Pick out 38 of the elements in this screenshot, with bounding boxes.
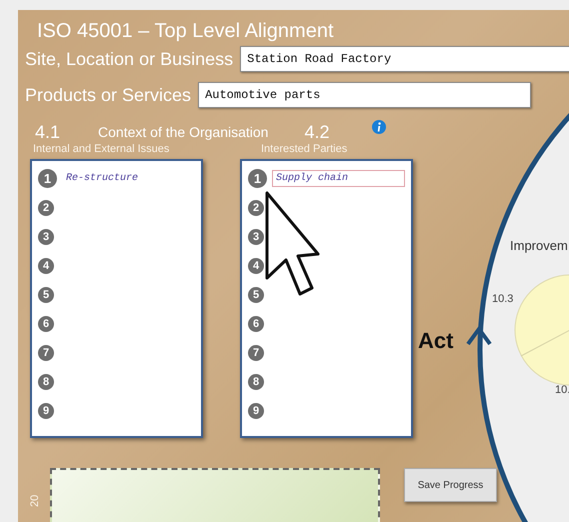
number-badge: 7 [248, 344, 264, 360]
number-badge: 4 [248, 258, 264, 274]
number-badge: 7 [38, 344, 54, 360]
section-number: 4.1 [35, 122, 60, 143]
pie-label: 10.3 [492, 293, 514, 305]
section-heading: Context of the Organisation [98, 124, 268, 140]
section-number: 4.2 [304, 122, 330, 143]
entry-field[interactable]: Supply chain [272, 170, 405, 187]
diagram-heading: Improvem [510, 238, 568, 253]
page-title: ISO 45001 – Top Level Alignment [37, 19, 335, 44]
number-badge: 6 [248, 316, 264, 332]
number-badge: 8 [248, 374, 264, 390]
number-badge: 2 [248, 200, 264, 216]
cycle-label: Act [418, 328, 454, 353]
number-badge: 6 [38, 316, 54, 332]
number-badge: 3 [248, 228, 264, 244]
number-badge: 8 [38, 374, 54, 390]
side-label: 20 [29, 497, 41, 507]
list-subtitle: Interested Parties [260, 143, 348, 157]
save-button[interactable]: Save Progress [404, 468, 497, 502]
input-field[interactable]: Station Road Factory [240, 46, 569, 72]
info-icon[interactable] [372, 120, 386, 134]
input-field[interactable]: Automotive parts [198, 82, 532, 108]
entry-field[interactable]: Re-structure [62, 170, 195, 187]
number-badge: 5 [38, 286, 54, 302]
number-badge: 2 [38, 200, 54, 216]
pie-label: 10. [555, 384, 569, 396]
number-badge: 5 [248, 286, 264, 302]
chevron-icon [466, 326, 492, 346]
field-label: Products or Services [25, 84, 192, 106]
number-badge: 1 [248, 169, 267, 188]
number-badge: 1 [38, 169, 57, 188]
number-badge: 9 [248, 402, 264, 418]
list-subtitle: Internal and External Issues [32, 143, 170, 157]
number-badge: 3 [38, 228, 54, 244]
field-label: Site, Location or Business [25, 48, 234, 70]
number-badge: 4 [38, 258, 54, 274]
number-badge: 9 [38, 402, 54, 418]
